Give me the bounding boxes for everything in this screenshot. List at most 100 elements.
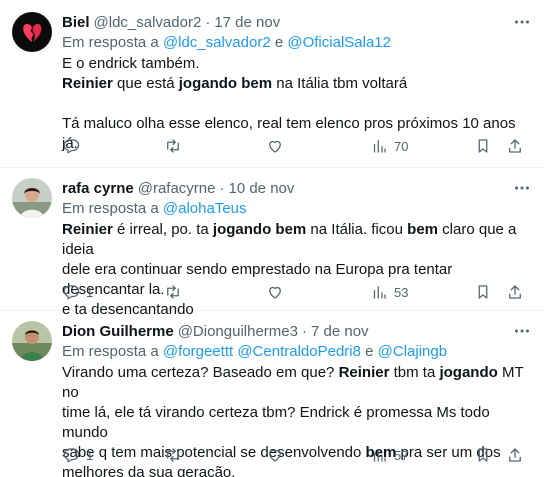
bookmark-icon <box>478 285 488 299</box>
views-count: 57 <box>394 447 409 463</box>
retweet-button[interactable] <box>164 136 188 156</box>
views-button[interactable]: 53 <box>370 282 408 302</box>
separator-dot: · <box>301 322 307 340</box>
bookmark-button[interactable] <box>474 136 492 156</box>
person-photo-icon <box>12 321 52 361</box>
tweet[interactable]: Dion Guilherme @Dionguilherme3 · 7 de no… <box>0 311 544 477</box>
text-segment: tbm ta <box>389 364 440 381</box>
bookmark-button[interactable] <box>474 282 492 302</box>
reply-context: Em resposta a @forgeettt @CentraldoPedri… <box>62 342 532 362</box>
retweet-icon <box>167 285 179 299</box>
retweet-button[interactable] <box>164 445 188 465</box>
text-segment: que está <box>112 75 179 92</box>
reply-icon <box>63 139 80 154</box>
highlighted-term: jogando bem <box>178 75 273 92</box>
tweet[interactable]: rafa cyrne @rafacyrne · 10 de nov Em res… <box>0 168 544 318</box>
views-icon <box>373 286 386 299</box>
reply-prefix: Em resposta a <box>62 200 163 217</box>
tweet-text-line: melhores da sua geração. <box>62 463 532 477</box>
reply-button[interactable]: 1 <box>62 445 93 465</box>
reply-context: Em resposta a @alohaTeus <box>62 199 532 219</box>
mention-link[interactable]: @CentraldoPedri8 <box>237 343 361 360</box>
share-button[interactable] <box>506 445 524 465</box>
reply-count: 1 <box>86 447 94 463</box>
separator-dot: · <box>205 13 211 31</box>
more-options-icon[interactable] <box>512 12 532 32</box>
views-button[interactable]: 70 <box>370 136 408 156</box>
person-photo-icon <box>12 178 52 218</box>
reply-prefix: Em resposta a <box>62 34 163 51</box>
like-button[interactable] <box>266 282 290 302</box>
like-button[interactable] <box>266 136 290 156</box>
share-button[interactable] <box>506 136 524 156</box>
retweet-icon <box>167 448 179 462</box>
reply-prefix: Em resposta a <box>62 343 163 360</box>
tweet-text-line: Virando uma certeza? Baseado em que? Rei… <box>62 363 532 403</box>
tweet-text-line <box>62 94 532 114</box>
highlighted-term: Reinier <box>62 221 113 238</box>
like-button[interactable] <box>266 445 290 465</box>
author-handle[interactable]: @Dionguilherme3 <box>178 323 298 340</box>
text-segment: time lá, ele tá virando certeza tbm? End… <box>62 404 490 441</box>
text-segment: é irreal, po. ta <box>112 221 213 238</box>
retweet-icon <box>167 139 179 153</box>
mention-link[interactable]: @ldc_salvador2 <box>163 34 271 51</box>
author-name[interactable]: Dion Guilherme <box>62 323 174 340</box>
mention-link[interactable]: @alohaTeus <box>163 200 247 217</box>
tweet-date[interactable]: 17 de nov <box>214 14 280 31</box>
author-name[interactable]: Biel <box>62 14 90 31</box>
share-icon <box>509 139 521 153</box>
text-segment: Virando uma certeza? Baseado em que? <box>62 364 339 381</box>
views-icon <box>373 140 386 153</box>
bookmark-button[interactable] <box>474 445 492 465</box>
reply-button[interactable]: 1 <box>62 282 93 302</box>
tweet-date[interactable]: 7 de nov <box>311 323 369 340</box>
text-segment: na Itália. ficou <box>306 221 408 238</box>
views-count: 53 <box>394 284 409 300</box>
heart-icon <box>269 449 281 462</box>
tweet[interactable]: Biel @ldc_salvador2 · 17 de nov Em respo… <box>0 0 544 168</box>
reply-count: 1 <box>86 284 94 300</box>
retweet-button[interactable] <box>164 282 188 302</box>
avatar[interactable] <box>12 12 52 52</box>
heart-icon <box>269 140 281 153</box>
broken-heart-icon <box>23 23 42 42</box>
reply-context: Em resposta a @ldc_salvador2 e @OficialS… <box>62 33 532 53</box>
highlighted-term: jogando bem <box>212 221 307 238</box>
author-handle[interactable]: @rafacyrne <box>138 180 216 197</box>
avatar[interactable] <box>12 178 52 218</box>
tweet-text: Reinier é irreal, po. ta jogando bem na … <box>62 220 532 320</box>
highlighted-term: jogando <box>439 364 498 381</box>
text-segment: E o endrick também. <box>62 55 200 72</box>
author-handle[interactable]: @ldc_salvador2 <box>94 14 202 31</box>
tweet-date[interactable]: 10 de nov <box>228 180 294 197</box>
tweet-text-line: Reinier que está jogando bem na Itália t… <box>62 74 532 94</box>
tweet-text-line: Reinier é irreal, po. ta jogando bem na … <box>62 220 532 260</box>
bookmark-icon <box>478 139 488 153</box>
views-count: 70 <box>394 138 409 154</box>
heart-icon <box>269 286 281 299</box>
reply-icon <box>63 285 80 300</box>
separator-dot: · <box>219 179 225 197</box>
views-button[interactable]: 57 <box>370 445 408 465</box>
highlighted-term: Reinier <box>62 75 113 92</box>
mention-link[interactable]: @OficialSala12 <box>287 34 391 51</box>
share-icon <box>509 285 521 299</box>
mention-link[interactable]: @Clajingb <box>378 343 447 360</box>
author-name[interactable]: rafa cyrne <box>62 180 134 197</box>
tweet-text-line: E o endrick também. <box>62 54 532 74</box>
views-icon <box>373 449 386 462</box>
more-options-icon[interactable] <box>512 321 532 341</box>
text-segment: melhores da sua geração. <box>62 464 236 477</box>
mention-separator: e <box>270 34 288 51</box>
share-button[interactable] <box>506 282 524 302</box>
avatar[interactable] <box>12 321 52 361</box>
share-icon <box>509 448 521 462</box>
mention-separator: e <box>360 343 378 360</box>
mention-link[interactable]: @forgeettt <box>163 343 233 360</box>
bookmark-icon <box>478 448 488 462</box>
tweet-text-line: time lá, ele tá virando certeza tbm? End… <box>62 403 532 443</box>
more-options-icon[interactable] <box>512 178 532 198</box>
reply-button[interactable] <box>62 136 86 156</box>
reply-feed: Biel @ldc_salvador2 · 17 de nov Em respo… <box>0 0 544 477</box>
